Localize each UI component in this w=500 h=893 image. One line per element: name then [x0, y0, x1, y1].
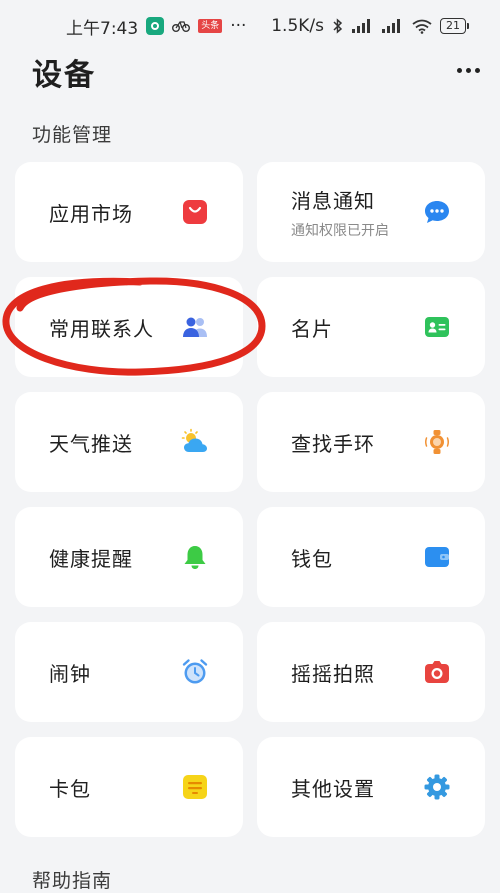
more-options-button[interactable]: [452, 60, 484, 80]
card-label: 查找手环: [291, 431, 375, 456]
weather-icon: [181, 428, 207, 452]
card-other-settings[interactable]: 其他设置: [257, 737, 485, 837]
card-card-pack[interactable]: 卡包: [15, 737, 243, 837]
status-left: 上午7:43 头条 ···: [66, 14, 246, 39]
section-title-help-guide: 帮助指南: [32, 870, 113, 892]
watch-icon: [425, 430, 449, 454]
id-card-icon: [425, 317, 449, 337]
camera-icon: [425, 661, 449, 683]
card-business-card[interactable]: 名片: [257, 277, 485, 377]
feature-grid: 应用市场 消息通知 通知权限已开启 常用联系人 名片 天气推送 查找手环 健康提…: [15, 162, 485, 837]
card-label: 卡包: [49, 776, 91, 801]
status-more-dots: ···: [230, 16, 247, 36]
card-notifications[interactable]: 消息通知 通知权限已开启: [257, 162, 485, 262]
card-pack-icon: [183, 775, 207, 799]
card-alarm[interactable]: 闹钟: [15, 622, 243, 722]
card-label: 闹钟: [49, 661, 91, 686]
bike-icon: [172, 21, 191, 32]
alarm-clock-icon: [182, 659, 208, 684]
page-title: 设备: [32, 58, 96, 93]
battery-icon: 21: [440, 18, 469, 34]
status-right: 1.5K/s 21: [271, 16, 469, 36]
wifi-icon: [412, 19, 432, 34]
card-shake-photo[interactable]: 摇摇拍照: [257, 622, 485, 722]
wallet-icon: [425, 547, 449, 567]
card-app-market[interactable]: 应用市场: [15, 162, 243, 262]
card-sub: 通知权限已开启: [291, 222, 389, 239]
app-notification-icon: [146, 17, 165, 35]
card-label: 应用市场: [49, 201, 133, 226]
shopping-bag-icon: [183, 200, 207, 224]
bluetooth-icon: [333, 18, 343, 34]
signal-hd-icon: [382, 19, 400, 33]
status-bar: 上午7:43 头条 ··· 1.5K/s 21: [0, 0, 500, 52]
card-weather-push[interactable]: 天气推送: [15, 392, 243, 492]
card-health-reminder[interactable]: 健康提醒: [15, 507, 243, 607]
signal-icon: [352, 19, 370, 33]
more-dot-icon: [456, 67, 462, 73]
card-wallet[interactable]: 钱包: [257, 507, 485, 607]
chat-bubble-icon: [425, 201, 449, 223]
more-dot-icon: [474, 67, 480, 73]
card-contacts[interactable]: 常用联系人: [15, 277, 243, 377]
bell-icon: [184, 546, 206, 569]
card-label: 钱包: [291, 546, 333, 571]
card-find-band[interactable]: 查找手环: [257, 392, 485, 492]
card-label: 名片: [291, 316, 333, 341]
card-label: 常用联系人: [49, 316, 154, 341]
section-title-feature-management: 功能管理: [32, 124, 113, 146]
toutiao-icon: 头条: [198, 19, 223, 33]
gear-icon: [424, 774, 450, 800]
card-label: 消息通知: [291, 188, 375, 213]
card-label: 其他设置: [291, 776, 375, 801]
status-time: 上午7:43: [66, 18, 139, 39]
more-dot-icon: [465, 67, 471, 73]
card-label: 健康提醒: [49, 546, 133, 571]
card-label: 摇摇拍照: [291, 661, 375, 686]
card-label: 天气推送: [49, 431, 133, 456]
network-speed: 1.5K/s: [271, 16, 324, 36]
contacts-icon: [183, 317, 207, 337]
